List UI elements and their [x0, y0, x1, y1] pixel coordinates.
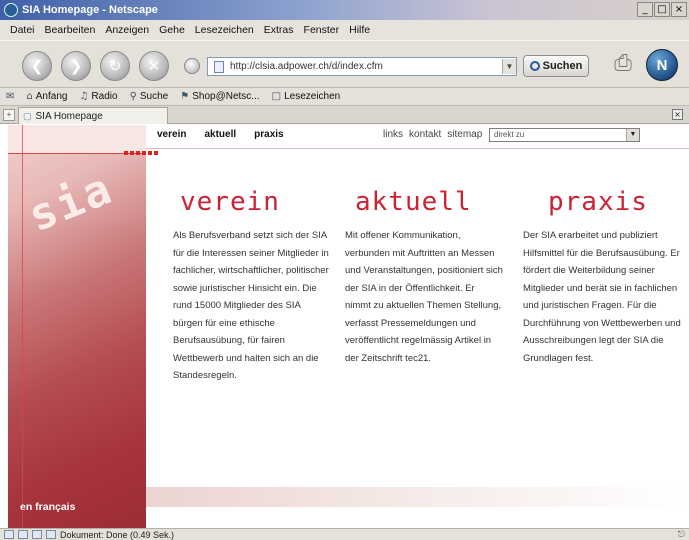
music-icon: ♫: [79, 91, 89, 102]
nav-divider: [146, 148, 689, 149]
netscape-app-icon: [4, 3, 18, 17]
bookmark-lesezeichen[interactable]: □ Lesezeichen: [272, 91, 341, 102]
magnifier-icon: ⚲: [129, 91, 137, 102]
menu-anzeigen[interactable]: Anzeigen: [105, 24, 149, 36]
reload-icon[interactable]: ↻: [100, 51, 130, 81]
search-icon: [529, 61, 540, 71]
menu-gehe[interactable]: Gehe: [159, 24, 185, 36]
menu-bearbeiten[interactable]: Bearbeiten: [45, 24, 96, 36]
search-button[interactable]: Suchen: [523, 55, 589, 77]
site-main-nav: verein aktuell praxis: [157, 129, 284, 140]
tab-bar: + ▢ SIA Homepage ×: [0, 106, 689, 124]
page-icon: [214, 60, 224, 73]
print-icon[interactable]: ⎙: [606, 51, 640, 79]
sia-logo[interactable]: sia: [22, 163, 120, 242]
composer-status-icon[interactable]: [32, 530, 42, 539]
bookmark-anfang[interactable]: ⌂ Anfang: [26, 91, 67, 102]
security-lock-icon[interactable]: ⎋: [678, 530, 685, 540]
bookmark-suche-label: Suche: [139, 91, 169, 102]
text-aktuell: Mit offener Kommunikation, verbunden mit…: [345, 230, 503, 364]
navigation-toolbar: ❮ ❯ ↻ ✕ http://clsia.adpower.ch/d/index.…: [0, 40, 689, 88]
shop-icon: ⚑: [180, 91, 190, 102]
bookmark-radio-label: Radio: [91, 91, 118, 102]
menu-lesezeichen[interactable]: Lesezeichen: [195, 24, 254, 36]
menu-datei[interactable]: Datei: [10, 24, 35, 36]
addressbook-status-icon[interactable]: [46, 530, 56, 539]
forward-arrow-icon[interactable]: ❯: [61, 51, 91, 81]
status-bar: Dokument: Done (0.49 Sek.) ⎋: [0, 528, 689, 540]
menu-extras[interactable]: Extras: [264, 24, 294, 36]
navigator-status-icon[interactable]: [4, 530, 14, 539]
decorative-dots: [124, 151, 158, 155]
status-text: Dokument: Done (0.49 Sek.): [60, 529, 175, 540]
home-small-icon[interactable]: [184, 58, 200, 74]
personal-toolbar: ✉ ⌂ Anfang ♫ Radio ⚲ Suche ⚑ Shop@Netsc... □…: [0, 88, 689, 106]
bookmark-radio[interactable]: ♫ Radio: [79, 91, 117, 102]
heading-aktuell: aktuell: [355, 187, 472, 217]
text-praxis: Der SIA erarbeitet und publiziert Hilfsm…: [523, 230, 681, 364]
home-icon: ⌂: [26, 91, 33, 102]
site-util-nav: links kontakt sitemap: [383, 129, 482, 140]
new-tab-icon[interactable]: +: [3, 109, 15, 121]
bookmark-shop[interactable]: ⚑ Shop@Netsc...: [180, 91, 259, 102]
window-title-bar[interactable]: SIA Homepage - Netscape _ □ ×: [0, 0, 689, 20]
window-title: SIA Homepage - Netscape: [22, 4, 158, 16]
nav-links[interactable]: links: [383, 129, 403, 140]
stop-icon[interactable]: ✕: [139, 51, 169, 81]
bookmark-lesezeichen-label: Lesezeichen: [284, 91, 341, 102]
mail-icon: ✉: [6, 91, 15, 102]
url-dropdown-icon[interactable]: ▼: [502, 59, 516, 74]
minimize-button[interactable]: _: [637, 2, 653, 17]
menu-fenster[interactable]: Fenster: [304, 24, 340, 36]
netscape-logo-icon[interactable]: N: [646, 49, 678, 81]
back-arrow-icon[interactable]: ❮: [22, 51, 52, 81]
maximize-button[interactable]: □: [654, 2, 670, 17]
bookmark-shop-label: Shop@Netsc...: [192, 91, 260, 102]
site-sidebar: sia en français: [8, 125, 158, 528]
heading-verein: verein: [180, 187, 280, 217]
search-button-label: Suchen: [542, 60, 583, 72]
close-button[interactable]: ×: [671, 2, 687, 17]
nav-praxis[interactable]: praxis: [254, 129, 283, 140]
page-content: sia en français verein aktuell praxis li…: [0, 125, 689, 528]
sidebar-top-band: [8, 125, 146, 153]
text-verein: Als Berufsverband setzt sich der SIA für…: [173, 230, 329, 381]
toolbar-grip[interactable]: ✉: [6, 91, 14, 102]
heading-praxis: praxis: [548, 187, 648, 217]
chevron-down-icon[interactable]: ▼: [626, 129, 639, 141]
url-input[interactable]: http://clsia.adpower.ch/d/index.cfm ▼: [207, 57, 517, 76]
bookmark-anfang-label: Anfang: [35, 91, 68, 102]
nav-aktuell[interactable]: aktuell: [204, 129, 236, 140]
nav-kontakt[interactable]: kontakt: [409, 129, 441, 140]
close-tab-icon[interactable]: ×: [672, 109, 683, 120]
tab-page-icon: ▢: [23, 110, 32, 121]
footer-stripe: [146, 487, 689, 507]
menu-bar: Datei Bearbeiten Anzeigen Gehe Lesezeich…: [0, 20, 689, 40]
tab-title: SIA Homepage: [35, 110, 103, 122]
folder-icon: □: [271, 91, 282, 102]
mail-status-icon[interactable]: [18, 530, 28, 539]
bookmark-suche[interactable]: ⚲ Suche: [130, 91, 169, 102]
url-text[interactable]: http://clsia.adpower.ch/d/index.cfm: [230, 61, 383, 72]
nav-sitemap[interactable]: sitemap: [447, 129, 482, 140]
menu-hilfe[interactable]: Hilfe: [349, 24, 370, 36]
nav-verein[interactable]: verein: [157, 129, 186, 140]
tab-sia-homepage[interactable]: ▢ SIA Homepage: [18, 107, 168, 124]
jump-to-placeholder: direkt zu: [494, 130, 525, 139]
window-controls: _ □ ×: [637, 2, 687, 17]
language-link[interactable]: en français: [20, 501, 75, 513]
jump-to-select[interactable]: direkt zu ▼: [489, 128, 640, 142]
sidebar-vertical-rule: [22, 125, 23, 528]
